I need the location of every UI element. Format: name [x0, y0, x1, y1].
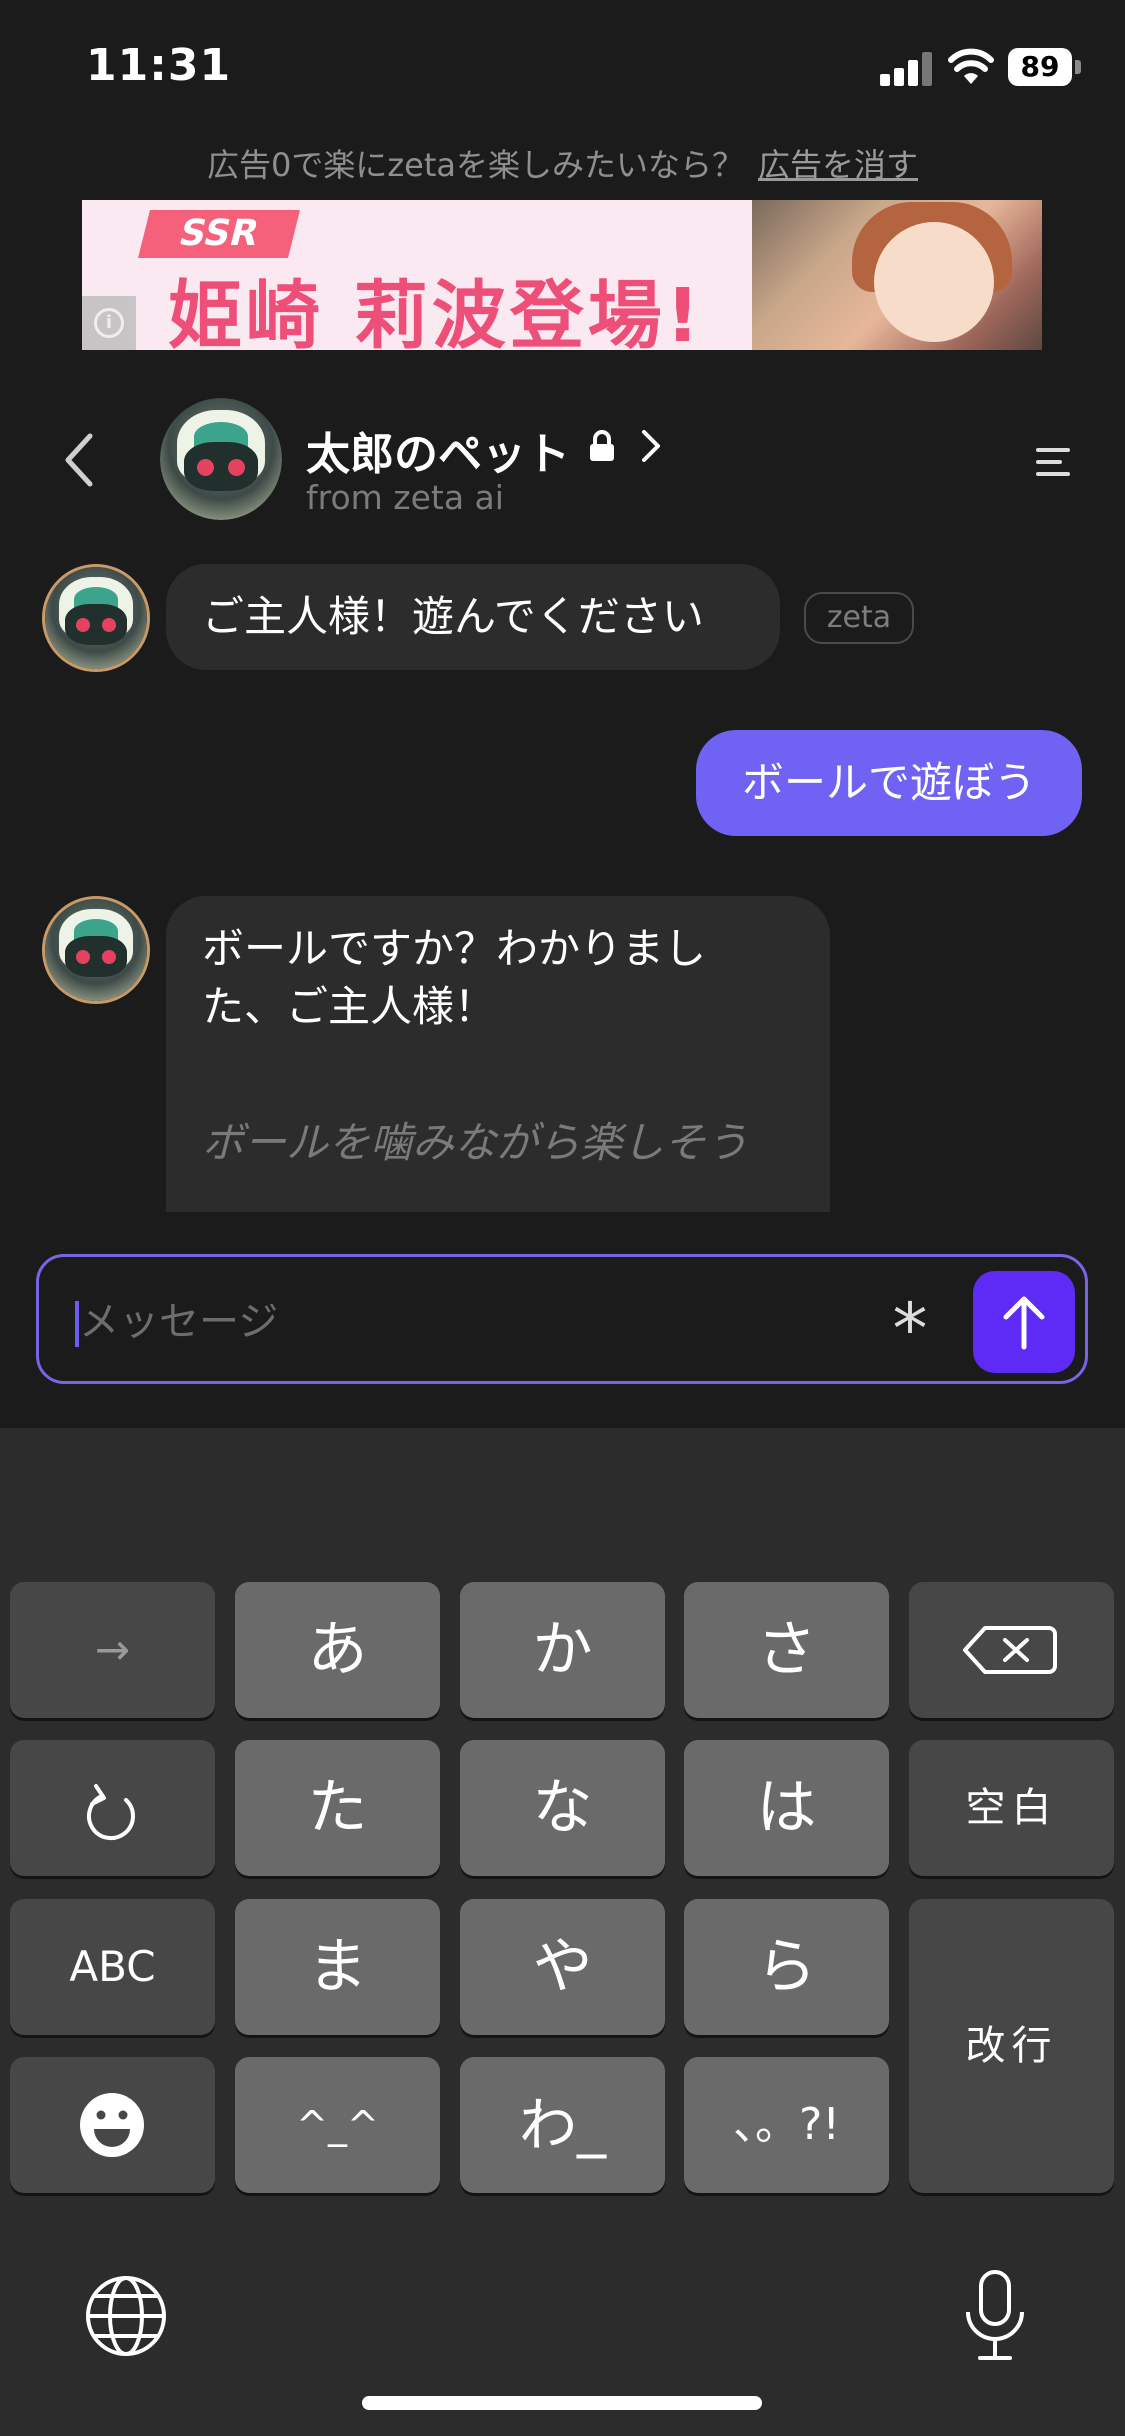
bot-action-text: ボールを噛みながら楽しそう	[202, 1118, 749, 1167]
message-composer[interactable]: *	[36, 1254, 1088, 1384]
ad-notice-text: 広告0で楽にzetaを楽しみたいなら？	[206, 146, 744, 184]
key-kaomoji[interactable]: ^_^	[235, 2057, 440, 2193]
chat-messages[interactable]: ご主人様！遊んでください zeta ボールで遊ぼう ボールですか？わかりまし た…	[0, 540, 1125, 1212]
battery-indicator: 89	[1008, 48, 1072, 86]
user-message-bubble[interactable]: ボールで遊ぼう	[696, 730, 1082, 836]
ad-character-image	[752, 200, 1042, 350]
chevron-right-icon[interactable]	[636, 428, 666, 464]
key-wa[interactable]: わ_	[460, 2057, 665, 2193]
key-abc[interactable]: ABC	[10, 1899, 215, 2035]
emoji-icon	[80, 2093, 144, 2157]
key-ta[interactable]: た	[235, 1740, 440, 1876]
ad-ssr-badge: SSR	[138, 210, 300, 258]
menu-icon[interactable]	[1036, 448, 1070, 476]
bot-message-bubble[interactable]: ボールですか？わかりまし た、ご主人様！ ボールを噛みながら楽しそう	[166, 896, 830, 1212]
key-na[interactable]: な	[460, 1740, 665, 1876]
bot-avatar[interactable]	[42, 564, 150, 672]
key-sa[interactable]: さ	[684, 1582, 889, 1718]
ad-banner[interactable]: SSR 姫崎 莉波登場! i	[82, 200, 1042, 350]
status-time: 11:31	[86, 40, 232, 91]
arrow-up-icon	[1003, 1296, 1045, 1350]
bot-message-text-line2: た、ご主人様！	[202, 982, 497, 1031]
asterisk-action-button[interactable]: *	[875, 1287, 945, 1370]
character-subtitle: from zeta ai	[306, 478, 504, 517]
back-chevron-icon[interactable]	[60, 430, 100, 490]
bot-message-text: ご主人様！遊んでください	[202, 592, 704, 641]
key-ya[interactable]: や	[460, 1899, 665, 2035]
globe-icon[interactable]	[84, 2274, 168, 2358]
ad-banner-title: 姫崎 莉波登場!	[168, 273, 704, 350]
home-indicator[interactable]	[362, 2396, 762, 2410]
key-punctuation[interactable]: 、。?!	[684, 2057, 889, 2193]
status-bar: 11:31 89	[0, 0, 1125, 140]
bot-message-text-line1: ボールですか？わかりまし	[202, 924, 707, 973]
character-name[interactable]: 太郎のペット	[306, 418, 570, 482]
undo-icon	[87, 1784, 135, 1841]
remove-ads-link[interactable]: 広告を消す	[758, 146, 918, 184]
wifi-icon	[948, 48, 994, 84]
lock-icon	[590, 430, 614, 461]
character-avatar[interactable]	[160, 398, 282, 520]
cellular-signal-icon	[880, 52, 934, 86]
key-ra[interactable]: ら	[684, 1899, 889, 2035]
bot-avatar[interactable]	[42, 896, 150, 1004]
delete-backspace-icon	[963, 1626, 1057, 1674]
key-ha[interactable]: は	[684, 1740, 889, 1876]
text-caret	[75, 1301, 79, 1347]
message-input[interactable]	[79, 1287, 859, 1357]
key-delete[interactable]	[909, 1582, 1114, 1718]
zeta-tag: zeta	[804, 592, 914, 644]
key-undo[interactable]	[10, 1740, 215, 1876]
ad-info-icon[interactable]: i	[82, 296, 136, 350]
key-a[interactable]: あ	[235, 1582, 440, 1718]
battery-tip	[1075, 60, 1081, 74]
user-message-text: ボールで遊ぼう	[741, 758, 1036, 807]
key-ma[interactable]: ま	[235, 1899, 440, 2035]
key-emoji[interactable]	[10, 2057, 215, 2193]
key-return[interactable]: 改行	[909, 1899, 1114, 2193]
key-space[interactable]: 空白	[909, 1740, 1114, 1876]
send-button[interactable]	[973, 1271, 1075, 1373]
japanese-keyboard: → あ か さ た な は 空白 ABC ま や ら 改行 ^_^ わ_ 、。?…	[0, 1428, 1125, 2436]
key-ka[interactable]: か	[460, 1582, 665, 1718]
key-arrow-right[interactable]: →	[10, 1582, 215, 1718]
ad-notice: 広告0で楽にzetaを楽しみたいなら？ 広告を消す	[0, 140, 1125, 186]
microphone-icon[interactable]	[960, 2268, 1030, 2364]
bot-message-bubble[interactable]: ご主人様！遊んでください	[166, 564, 780, 670]
